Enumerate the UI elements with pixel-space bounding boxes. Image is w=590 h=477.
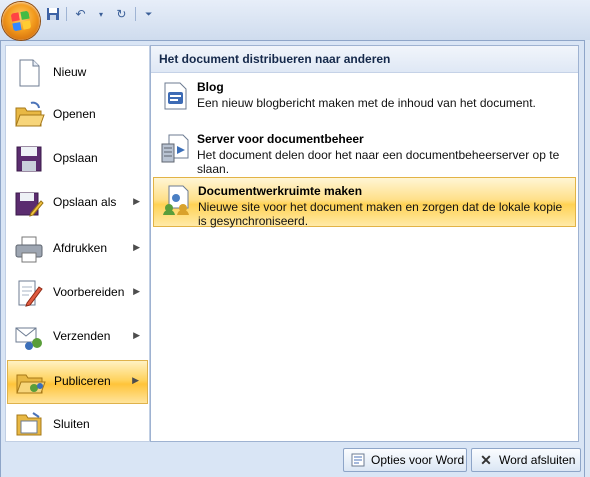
- word-options-button[interactable]: Opties voor Word: [343, 448, 467, 472]
- customize-icon[interactable]: ⏷: [142, 6, 156, 22]
- menu-item-nieuw[interactable]: Nieuw: [7, 52, 148, 94]
- submenu-item-description: Het document delen door het naar een doc…: [197, 148, 560, 176]
- menu-item-label: Sluiten: [53, 417, 90, 431]
- submenu-item-description: Nieuwe site voor het document maken en z…: [198, 200, 563, 228]
- prepare-icon: [13, 277, 45, 309]
- office-logo-icon: [10, 10, 32, 32]
- redo-icon[interactable]: ↻: [114, 6, 128, 22]
- menu-item-label: Afdrukken: [53, 241, 108, 255]
- submenu-item-title: Blog: [197, 80, 224, 94]
- floppy-disk-icon: [13, 143, 45, 175]
- quick-access-toolbar: ↶ ▾ ↻ ⏷: [46, 4, 156, 24]
- dropdown-arrow-icon[interactable]: ▾: [94, 6, 108, 22]
- menu-item-sluiten[interactable]: Sluiten: [7, 404, 148, 446]
- submenu-item-document-workspace[interactable]: Documentwerkruimte maken Nieuwe site voo…: [153, 177, 576, 228]
- word-options-label: Opties voor Word: [371, 453, 465, 467]
- menu-item-label: Opslaan: [53, 151, 98, 165]
- exit-word-label: Word afsluiten: [499, 453, 576, 467]
- menu-item-opslaan-als[interactable]: Opslaan als ▶: [7, 182, 148, 224]
- menu-item-verzenden[interactable]: Verzenden ▶: [7, 316, 148, 358]
- submenu-arrow-icon: ▶: [133, 286, 140, 296]
- menu-item-label: Verzenden: [53, 329, 111, 343]
- exit-word-button[interactable]: ✕ Word afsluiten: [471, 448, 581, 472]
- menu-item-label: Openen: [53, 107, 96, 121]
- save-icon[interactable]: [46, 6, 60, 22]
- title-bar: ↶ ▾ ↻ ⏷: [0, 0, 590, 40]
- close-document-icon: [13, 409, 45, 441]
- menu-command-list: Nieuw Openen Opslaan Opslaan als ▶ Afdru…: [5, 45, 150, 442]
- menu-item-voorbereiden[interactable]: Voorbereiden ▶: [7, 272, 148, 314]
- submenu-arrow-icon: ▶: [133, 196, 140, 206]
- submenu-item-document-server[interactable]: Server voor documentbeheer Het document …: [153, 126, 574, 176]
- submenu-item-title: Documentwerkruimte maken: [198, 184, 363, 198]
- printer-icon: [13, 233, 45, 265]
- menu-item-label: Opslaan als: [53, 195, 117, 209]
- menu-item-label: Publiceren: [54, 374, 111, 388]
- submenu-item-blog[interactable]: Blog Een nieuw blogbericht maken met de …: [153, 74, 574, 118]
- office-button[interactable]: [2, 2, 40, 40]
- submenu-arrow-icon: ▶: [132, 375, 139, 385]
- submenu-header: Het document distribueren naar anderen: [151, 46, 578, 73]
- menu-item-afdrukken[interactable]: Afdrukken ▶: [7, 228, 148, 270]
- toolbar-separator: [134, 7, 136, 21]
- submenu-item-title: Server voor documentbeheer: [197, 132, 364, 146]
- blog-icon: [159, 80, 191, 112]
- options-icon: [350, 452, 366, 468]
- save-as-icon: [13, 187, 45, 219]
- close-icon: ✕: [480, 451, 492, 468]
- publish-submenu: Het document distribueren naar anderen B…: [150, 45, 579, 442]
- publish-folder-icon: [14, 366, 46, 398]
- menu-item-publiceren[interactable]: Publiceren ▶: [7, 360, 148, 404]
- open-folder-icon: [13, 99, 45, 131]
- menu-item-opslaan[interactable]: Opslaan: [7, 138, 148, 180]
- menu-item-openen[interactable]: Openen: [7, 94, 148, 136]
- document-workspace-icon: [160, 184, 192, 216]
- submenu-arrow-icon: ▶: [133, 242, 140, 252]
- undo-icon[interactable]: ↶: [73, 6, 87, 22]
- menu-item-label: Nieuw: [53, 65, 87, 79]
- send-icon: [13, 321, 45, 353]
- submenu-arrow-icon: ▶: [133, 330, 140, 340]
- office-menu: Nieuw Openen Opslaan Opslaan als ▶ Afdru…: [0, 40, 585, 477]
- new-document-icon: [13, 57, 45, 89]
- toolbar-separator: [66, 7, 68, 21]
- submenu-item-description: Een nieuw blogbericht maken met de inhou…: [197, 96, 536, 110]
- document-server-icon: [159, 132, 191, 164]
- menu-item-label: Voorbereiden: [53, 285, 125, 299]
